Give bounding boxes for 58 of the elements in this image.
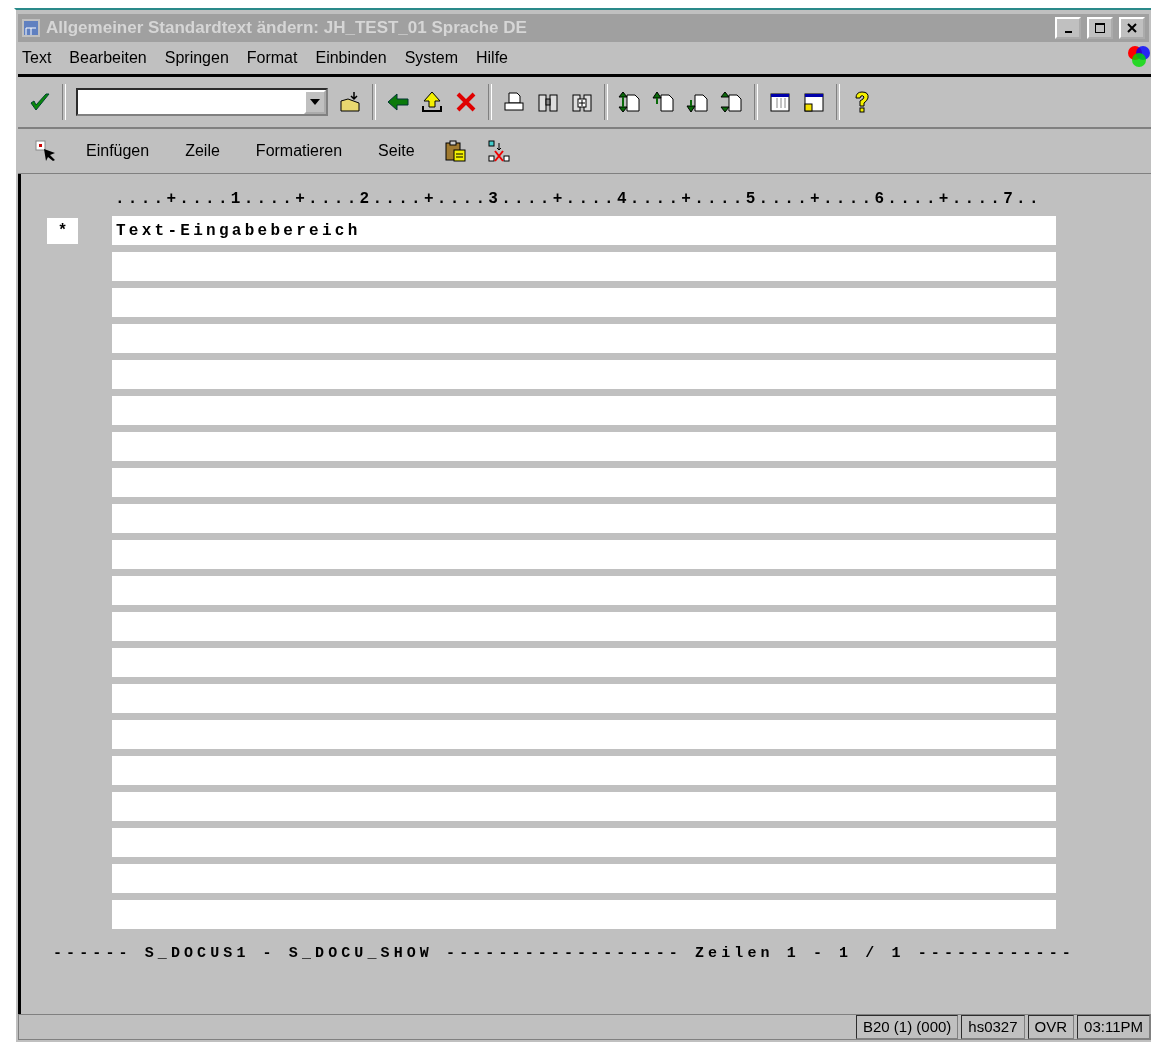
text-line-field[interactable]	[112, 792, 1056, 821]
text-line-field[interactable]	[112, 288, 1056, 317]
text-line-field[interactable]	[112, 648, 1056, 677]
command-field[interactable]	[76, 88, 328, 116]
menu-item[interactable]: Bearbeiten	[69, 49, 147, 67]
text-line-field[interactable]	[112, 360, 1056, 389]
maximize-icon	[1094, 22, 1106, 34]
cursor-select-icon[interactable]	[34, 139, 58, 163]
left-arrow-icon[interactable]	[386, 90, 410, 114]
menu-item[interactable]: System	[404, 49, 458, 67]
menu-item[interactable]: Format	[246, 49, 298, 67]
caret-icon	[310, 99, 320, 105]
text-line-field[interactable]	[112, 432, 1056, 461]
close-icon	[1126, 22, 1138, 34]
page-up-down-icon[interactable]	[618, 90, 642, 114]
dropdown-button[interactable]	[304, 90, 326, 114]
text-line-field[interactable]	[112, 540, 1056, 569]
minimize-icon	[1064, 31, 1072, 33]
page-down-up-icon[interactable]	[720, 90, 744, 114]
text-line-field[interactable]	[112, 252, 1056, 281]
menu-item[interactable]: Einbinden	[315, 49, 387, 67]
toolbar-button[interactable]: Formatieren	[247, 138, 351, 164]
clipboard-icon[interactable]	[442, 139, 467, 163]
text-line-field[interactable]: Text-Eingabebereich	[112, 216, 1056, 245]
status-field: hs0327	[961, 1015, 1025, 1039]
menu-item[interactable]: Hilfe	[475, 49, 508, 67]
editor-footer: ------ S_DOCUS1 - S_DOCU_SHOW ------------------ Zeilen 1 - 1 / 1 ------------	[53, 945, 1151, 962]
text-line-field[interactable]	[112, 576, 1056, 605]
menu-item[interactable]: Text	[22, 49, 52, 67]
menu-item[interactable]: Springen	[164, 49, 229, 67]
text-line-field[interactable]	[112, 684, 1056, 713]
folder-icon[interactable]	[338, 90, 362, 114]
printer-icon[interactable]	[502, 90, 526, 114]
text-line-field[interactable]	[112, 756, 1056, 785]
app-icon	[22, 19, 40, 37]
window-icon[interactable]	[768, 90, 792, 114]
text-line-field[interactable]	[112, 396, 1056, 425]
column-ruler: ....+....1....+....2....+....3....+....4....+....5....+....6....+....7..	[115, 190, 1043, 210]
text-line-field[interactable]	[112, 828, 1056, 857]
color-circles-icon	[1127, 44, 1151, 68]
page-up-icon[interactable]	[652, 90, 676, 114]
text-line-field[interactable]	[112, 720, 1056, 749]
text-line-field[interactable]	[112, 504, 1056, 533]
status-field: 03:11PM	[1077, 1015, 1150, 1039]
text-line-field[interactable]	[112, 612, 1056, 641]
status-field: OVR	[1027, 1015, 1075, 1039]
disconnect-icon[interactable]	[486, 139, 511, 163]
text-line-field[interactable]	[112, 900, 1056, 929]
text-line-field[interactable]	[112, 324, 1056, 353]
toolbar-button[interactable]: Einfügen	[78, 138, 158, 164]
close-icon[interactable]	[454, 90, 478, 114]
up-arrow-icon[interactable]	[420, 90, 444, 114]
window-shortcut-icon[interactable]	[802, 90, 826, 114]
text-line-field[interactable]	[112, 468, 1056, 497]
text-line-field[interactable]	[112, 864, 1056, 893]
toolbar-button[interactable]: Seite	[370, 138, 423, 164]
status-field: B20 (1) (000)	[855, 1015, 959, 1039]
toolbar-button[interactable]: Zeile	[177, 138, 228, 164]
